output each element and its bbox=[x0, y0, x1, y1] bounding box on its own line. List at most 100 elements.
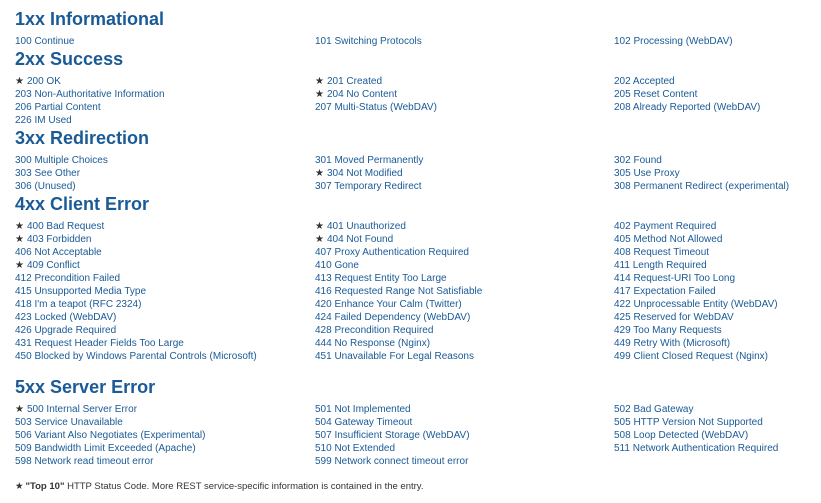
status-code-link-302[interactable]: 302 Found bbox=[614, 154, 662, 167]
status-code-label: 417 Expectation Failed bbox=[614, 286, 716, 297]
status-code-link-504[interactable]: 504 Gateway Timeout bbox=[315, 416, 412, 429]
section-heading-4xx-client-error: 4xx Client Error bbox=[15, 194, 150, 214]
status-code-label: 425 Reserved for WebDAV bbox=[614, 312, 734, 323]
status-code-link-449[interactable]: 449 Retry With (Microsoft) bbox=[614, 337, 730, 350]
status-code-link-506[interactable]: 506 Variant Also Negotiates (Experimenta… bbox=[15, 429, 205, 442]
status-code-link-412[interactable]: 412 Precondition Failed bbox=[15, 272, 120, 285]
status-code-link-414[interactable]: 414 Request-URI Too Long bbox=[614, 272, 735, 285]
status-code-link-431[interactable]: 431 Request Header Fields Too Large bbox=[15, 337, 184, 350]
status-code-link-303[interactable]: 303 See Other bbox=[15, 167, 80, 180]
star-icon: ★ bbox=[315, 234, 324, 245]
status-code-link-305[interactable]: 305 Use Proxy bbox=[614, 167, 680, 180]
status-code-link-415[interactable]: 415 Unsupported Media Type bbox=[15, 285, 146, 298]
status-code-link-599[interactable]: 599 Network connect timeout error bbox=[315, 455, 468, 468]
star-icon: ★ bbox=[315, 89, 324, 100]
status-code-link-204[interactable]: ★ 204 No Content bbox=[315, 88, 397, 101]
footer-note: ★ "Top 10" HTTP Status Code. More REST se… bbox=[15, 481, 424, 493]
status-code-label: 414 Request-URI Too Long bbox=[614, 273, 736, 284]
status-code-link-402[interactable]: 402 Payment Required bbox=[614, 220, 716, 233]
status-code-link-208[interactable]: 208 Already Reported (WebDAV) bbox=[614, 101, 760, 114]
status-code-label: 404 Not Found bbox=[326, 234, 394, 245]
status-code-link-207[interactable]: 207 Multi-Status (WebDAV) bbox=[315, 101, 437, 114]
status-code-link-407[interactable]: 407 Proxy Authentication Required bbox=[315, 246, 469, 259]
status-code-link-413[interactable]: 413 Request Entity Too Large bbox=[315, 272, 447, 285]
status-code-link-205[interactable]: 205 Reset Content bbox=[614, 88, 697, 101]
status-code-label: 205 Reset Content bbox=[614, 89, 698, 100]
status-code-link-202[interactable]: 202 Accepted bbox=[614, 75, 675, 88]
status-code-label: 100 Continue bbox=[15, 36, 75, 47]
status-code-link-499[interactable]: 499 Client Closed Request (Nginx) bbox=[614, 350, 768, 363]
status-code-link-406[interactable]: 406 Not Acceptable bbox=[15, 246, 102, 259]
status-code-link-200[interactable]: ★ 200 OK bbox=[15, 75, 61, 88]
star-icon: ★ bbox=[315, 168, 324, 179]
status-code-link-206[interactable]: 206 Partial Content bbox=[15, 101, 101, 114]
section-heading-2xx-success: 2xx Success bbox=[15, 49, 124, 69]
status-code-link-100[interactable]: 100 Continue bbox=[15, 35, 75, 48]
status-code-link-508[interactable]: 508 Loop Detected (WebDAV) bbox=[614, 429, 748, 442]
status-code-link-507[interactable]: 507 Insufficient Storage (WebDAV) bbox=[315, 429, 470, 442]
status-code-link-300[interactable]: 300 Multiple Choices bbox=[15, 154, 108, 167]
status-code-link-500[interactable]: ★ 500 Internal Server Error bbox=[15, 403, 137, 416]
status-code-link-301[interactable]: 301 Moved Permanently bbox=[315, 154, 423, 167]
status-code-link-306[interactable]: 306 (Unused) bbox=[15, 180, 76, 193]
footer-top10-label: "Top 10" bbox=[25, 481, 65, 492]
status-code-label: 450 Blocked by Windows Parental Controls… bbox=[15, 351, 257, 362]
status-code-link-511[interactable]: 511 Network Authentication Required bbox=[614, 442, 778, 455]
status-code-link-408[interactable]: 408 Request Timeout bbox=[614, 246, 709, 259]
status-code-link-428[interactable]: 428 Precondition Required bbox=[315, 324, 433, 337]
status-code-label: 499 Client Closed Request (Nginx) bbox=[614, 351, 768, 362]
status-code-link-405[interactable]: 405 Method Not Allowed bbox=[614, 233, 722, 246]
status-code-link-505[interactable]: 505 HTTP Version Not Supported bbox=[614, 416, 763, 429]
status-code-label: 449 Retry With (Microsoft) bbox=[614, 338, 731, 349]
status-code-link-304[interactable]: ★ 304 Not Modified bbox=[315, 167, 403, 180]
status-code-link-201[interactable]: ★ 201 Created bbox=[315, 75, 382, 88]
status-code-link-502[interactable]: 502 Bad Gateway bbox=[614, 403, 694, 416]
status-code-link-423[interactable]: 423 Locked (WebDAV) bbox=[15, 311, 116, 324]
status-code-link-429[interactable]: 429 Too Many Requests bbox=[614, 324, 722, 337]
status-code-label: 418 I'm a teapot (RFC 2324) bbox=[15, 299, 142, 310]
status-code-link-503[interactable]: 503 Service Unavailable bbox=[15, 416, 123, 429]
status-code-link-307[interactable]: 307 Temporary Redirect bbox=[315, 180, 422, 193]
status-code-link-509[interactable]: 509 Bandwidth Limit Exceeded (Apache) bbox=[15, 442, 196, 455]
status-code-link-101[interactable]: 101 Switching Protocols bbox=[315, 35, 422, 48]
status-code-link-203[interactable]: 203 Non-Authoritative Information bbox=[15, 88, 165, 101]
status-code-link-425[interactable]: 425 Reserved for WebDAV bbox=[614, 311, 734, 324]
status-code-link-444[interactable]: 444 No Response (Nginx) bbox=[315, 337, 430, 350]
status-code-label: 101 Switching Protocols bbox=[315, 36, 422, 47]
status-code-label: 300 Multiple Choices bbox=[15, 155, 108, 166]
status-code-link-417[interactable]: 417 Expectation Failed bbox=[614, 285, 716, 298]
status-code-link-404[interactable]: ★ 404 Not Found bbox=[315, 233, 393, 246]
status-code-label: 306 (Unused) bbox=[15, 181, 76, 192]
status-code-link-426[interactable]: 426 Upgrade Required bbox=[15, 324, 116, 337]
status-code-label: 206 Partial Content bbox=[15, 102, 101, 113]
status-code-link-418[interactable]: 418 I'm a teapot (RFC 2324) bbox=[15, 298, 141, 311]
status-code-label: 502 Bad Gateway bbox=[614, 404, 694, 415]
star-icon: ★ bbox=[315, 76, 324, 87]
status-code-link-598[interactable]: 598 Network read timeout error bbox=[15, 455, 153, 468]
star-icon: ★ bbox=[15, 234, 24, 245]
status-code-link-400[interactable]: ★ 400 Bad Request bbox=[15, 220, 104, 233]
status-code-link-416[interactable]: 416 Requested Range Not Satisfiable bbox=[315, 285, 482, 298]
status-code-label: 410 Gone bbox=[315, 260, 359, 271]
status-code-link-102[interactable]: 102 Processing (WebDAV) bbox=[614, 35, 733, 48]
status-code-label: 102 Processing (WebDAV) bbox=[614, 36, 733, 47]
status-code-link-409[interactable]: ★ 409 Conflict bbox=[15, 259, 80, 272]
star-icon: ★ bbox=[15, 221, 24, 232]
status-code-link-501[interactable]: 501 Not Implemented bbox=[315, 403, 411, 416]
star-icon: ★ bbox=[15, 76, 24, 87]
status-code-link-450[interactable]: 450 Blocked by Windows Parental Controls… bbox=[15, 350, 257, 363]
status-code-link-410[interactable]: 410 Gone bbox=[315, 259, 359, 272]
status-code-link-403[interactable]: ★ 403 Forbidden bbox=[15, 233, 91, 246]
status-code-label: 208 Already Reported (WebDAV) bbox=[614, 102, 761, 113]
status-code-link-308[interactable]: 308 Permanent Redirect (experimental) bbox=[614, 180, 789, 193]
status-code-link-401[interactable]: ★ 401 Unauthorized bbox=[315, 220, 406, 233]
status-code-label: 302 Found bbox=[614, 155, 662, 166]
status-code-link-226[interactable]: 226 IM Used bbox=[15, 114, 72, 127]
status-code-link-510[interactable]: 510 Not Extended bbox=[315, 442, 395, 455]
status-code-link-422[interactable]: 422 Unprocessable Entity (WebDAV) bbox=[614, 298, 778, 311]
status-code-link-420[interactable]: 420 Enhance Your Calm (Twitter) bbox=[315, 298, 462, 311]
status-code-label: 420 Enhance Your Calm (Twitter) bbox=[315, 299, 462, 310]
status-code-link-451[interactable]: 451 Unavailable For Legal Reasons bbox=[315, 350, 474, 363]
status-code-link-411[interactable]: 411 Length Required bbox=[614, 259, 707, 272]
status-code-link-424[interactable]: 424 Failed Dependency (WebDAV) bbox=[315, 311, 470, 324]
